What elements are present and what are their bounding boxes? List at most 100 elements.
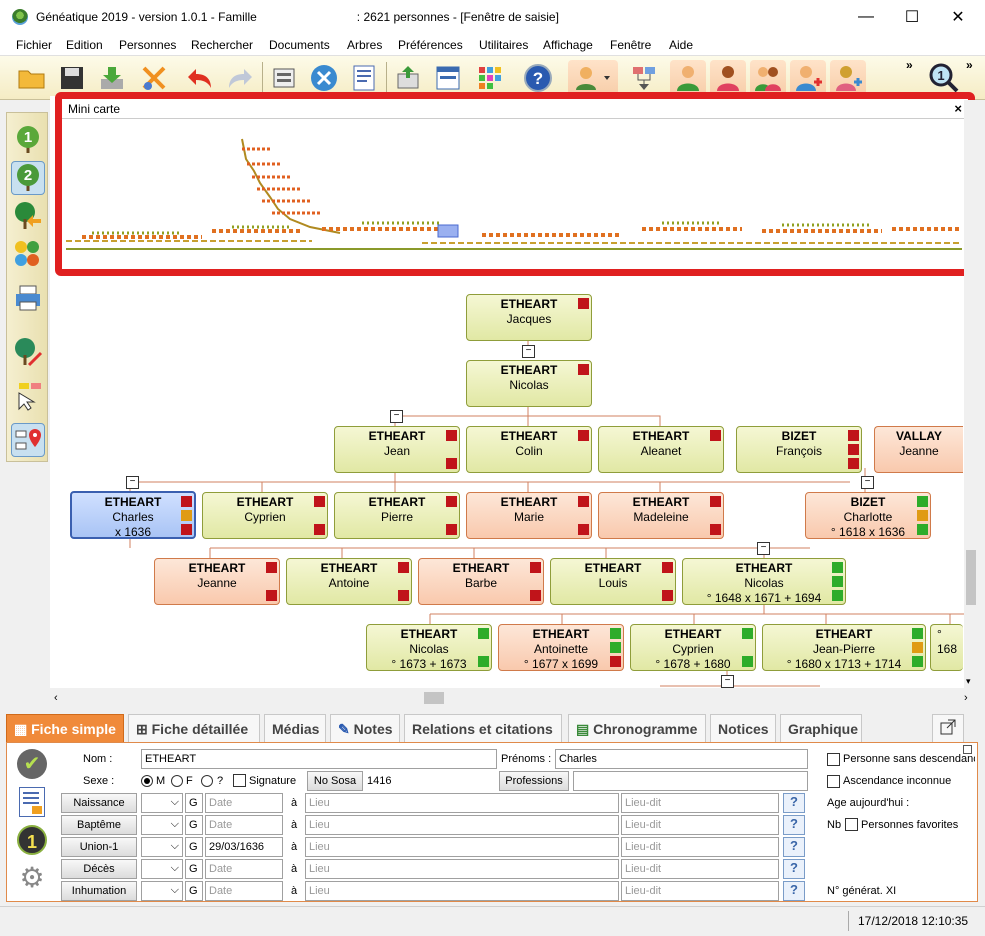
person-node[interactable]: ETHEART Marie	[466, 492, 592, 539]
menu-fenetre[interactable]: Fenêtre	[610, 38, 651, 52]
couple-icon[interactable]	[750, 60, 786, 96]
trees-icon[interactable]	[11, 237, 45, 271]
external-window-icon[interactable]	[932, 714, 964, 742]
person-node[interactable]: BIZET François	[736, 426, 862, 473]
event-2-lieu-input[interactable]: Lieu	[305, 837, 619, 857]
select-cursor-icon[interactable]	[11, 379, 45, 413]
mini-map-close-button[interactable]: ×	[954, 101, 962, 116]
tools-icon[interactable]	[306, 60, 342, 96]
scroll-right-arrow[interactable]: ›	[964, 692, 968, 704]
event-4-date-input[interactable]: Date	[205, 881, 283, 901]
tab-relations[interactable]: Relations et citations	[404, 714, 562, 742]
notes-document-icon[interactable]	[19, 787, 45, 817]
signature-checkbox[interactable]	[233, 774, 246, 787]
sexe-f-radio[interactable]	[171, 775, 183, 787]
event-3-lieu-input[interactable]: Lieu	[305, 859, 619, 879]
event-3-help-button[interactable]: ?	[783, 859, 805, 879]
export-icon[interactable]	[390, 60, 426, 96]
mini-map-panel[interactable]: Mini carte ×	[55, 92, 975, 276]
print-icon[interactable]	[11, 281, 45, 315]
window-icon[interactable]	[430, 60, 466, 96]
zoom-icon[interactable]: 1	[926, 60, 962, 96]
nom-input[interactable]: ETHEART	[141, 749, 497, 769]
expand-icon[interactable]	[963, 745, 972, 754]
menu-rechercher[interactable]: Rechercher	[191, 38, 253, 52]
person-node[interactable]: ETHEART Nicolas ° 1648 x 1671 + 1694	[682, 558, 846, 605]
minimize-button[interactable]: —	[843, 0, 889, 34]
person-node[interactable]: ETHEART Jacques	[466, 294, 592, 341]
tab-chronogramme[interactable]: ▤ Chronogramme	[568, 714, 706, 742]
event-0-type-select[interactable]: ⌵	[141, 793, 183, 813]
collapse-toggle[interactable]: −	[757, 542, 770, 555]
validate-icon[interactable]: ✔	[17, 749, 47, 779]
event-3-date-input[interactable]: Date	[205, 859, 283, 879]
horizontal-scrollbar[interactable]: ‹ ›	[50, 690, 978, 706]
tree-back-icon[interactable]	[11, 199, 45, 233]
person-node[interactable]: ETHEART Jean-Pierre ° 1680 x 1713 + 1714	[762, 624, 926, 671]
close-button[interactable]: ✕	[935, 0, 981, 34]
open-folder-icon[interactable]	[14, 60, 50, 96]
tab-graphique[interactable]: Graphique	[780, 714, 862, 742]
event-0-button[interactable]: Naissance	[61, 793, 137, 813]
event-1-g-field[interactable]: G	[185, 815, 203, 835]
event-1-button[interactable]: Baptême	[61, 815, 137, 835]
horizontal-scroll-thumb[interactable]	[424, 692, 444, 704]
tab-notes[interactable]: ✎ Notes	[330, 714, 400, 742]
tree-link-icon[interactable]	[626, 60, 662, 96]
person-node[interactable]: ETHEART Madeleine	[598, 492, 724, 539]
collapse-toggle[interactable]: −	[721, 675, 734, 688]
event-2-lieudit-input[interactable]: Lieu-dit	[621, 837, 779, 857]
document-icon[interactable]	[346, 60, 382, 96]
undo-icon[interactable]	[182, 60, 218, 96]
event-0-lieu-input[interactable]: Lieu	[305, 793, 619, 813]
event-2-type-select[interactable]: ⌵	[141, 837, 183, 857]
redo-icon[interactable]	[222, 60, 258, 96]
event-3-button[interactable]: Décès	[61, 859, 137, 879]
event-2-date-input[interactable]: 29/03/1636	[205, 837, 283, 857]
scroll-left-arrow[interactable]: ‹	[54, 692, 58, 704]
add-woman-icon[interactable]	[830, 60, 866, 96]
tab-fiche-simple[interactable]: ▦ Fiche simple	[6, 714, 124, 742]
event-0-help-button[interactable]: ?	[783, 793, 805, 813]
event-1-lieu-input[interactable]: Lieu	[305, 815, 619, 835]
person-node[interactable]: ETHEART Antoine	[286, 558, 412, 605]
menu-documents[interactable]: Documents	[269, 38, 330, 52]
event-1-type-select[interactable]: ⌵	[141, 815, 183, 835]
event-2-help-button[interactable]: ?	[783, 837, 805, 857]
man-icon[interactable]	[670, 60, 706, 96]
grid-icon[interactable]	[472, 60, 508, 96]
event-3-g-field[interactable]: G	[185, 859, 203, 879]
event-4-help-button[interactable]: ?	[783, 881, 805, 901]
prenoms-input[interactable]: Charles	[555, 749, 808, 769]
add-man-icon[interactable]	[790, 60, 826, 96]
scissors-icon[interactable]	[136, 60, 172, 96]
scroll-down-arrow[interactable]: ▾	[966, 676, 971, 687]
sans-descendance-checkbox[interactable]	[827, 753, 840, 766]
generation-1-icon[interactable]: 1	[11, 123, 45, 157]
person-node[interactable]: ETHEART Jeanne	[154, 558, 280, 605]
event-1-date-input[interactable]: Date	[205, 815, 283, 835]
menu-personnes[interactable]: Personnes	[119, 38, 176, 52]
event-4-lieudit-input[interactable]: Lieu-dit	[621, 881, 779, 901]
sexe-unknown-radio[interactable]	[201, 775, 213, 787]
tab-fiche-detaillee[interactable]: ⊞ Fiche détaillée	[128, 714, 260, 742]
no-sosa-button[interactable]: No Sosa	[307, 771, 363, 791]
tab-notices[interactable]: Notices	[710, 714, 776, 742]
person-node[interactable]: ° 168	[930, 624, 963, 671]
vertical-scrollbar[interactable]: ▾	[964, 100, 978, 692]
menu-fichier[interactable]: Fichier	[16, 38, 52, 52]
person-node[interactable]: VALLAY Jeanne	[874, 426, 963, 473]
event-4-g-field[interactable]: G	[185, 881, 203, 901]
event-2-button[interactable]: Union-1	[61, 837, 137, 857]
professions-button[interactable]: Professions	[499, 771, 569, 791]
favorites-checkbox[interactable]	[845, 818, 858, 831]
generation-2-icon[interactable]: 2	[11, 161, 45, 195]
person-node[interactable]: BIZET Charlotte ° 1618 x 1636	[805, 492, 931, 539]
event-0-lieudit-input[interactable]: Lieu-dit	[621, 793, 779, 813]
generation-one-icon[interactable]: 1	[17, 825, 47, 855]
menu-arbres[interactable]: Arbres	[347, 38, 382, 52]
menu-aide[interactable]: Aide	[669, 38, 693, 52]
professions-input[interactable]	[573, 771, 808, 791]
tab-medias[interactable]: Médias	[264, 714, 326, 742]
person-node[interactable]: ETHEART Jean	[334, 426, 460, 473]
